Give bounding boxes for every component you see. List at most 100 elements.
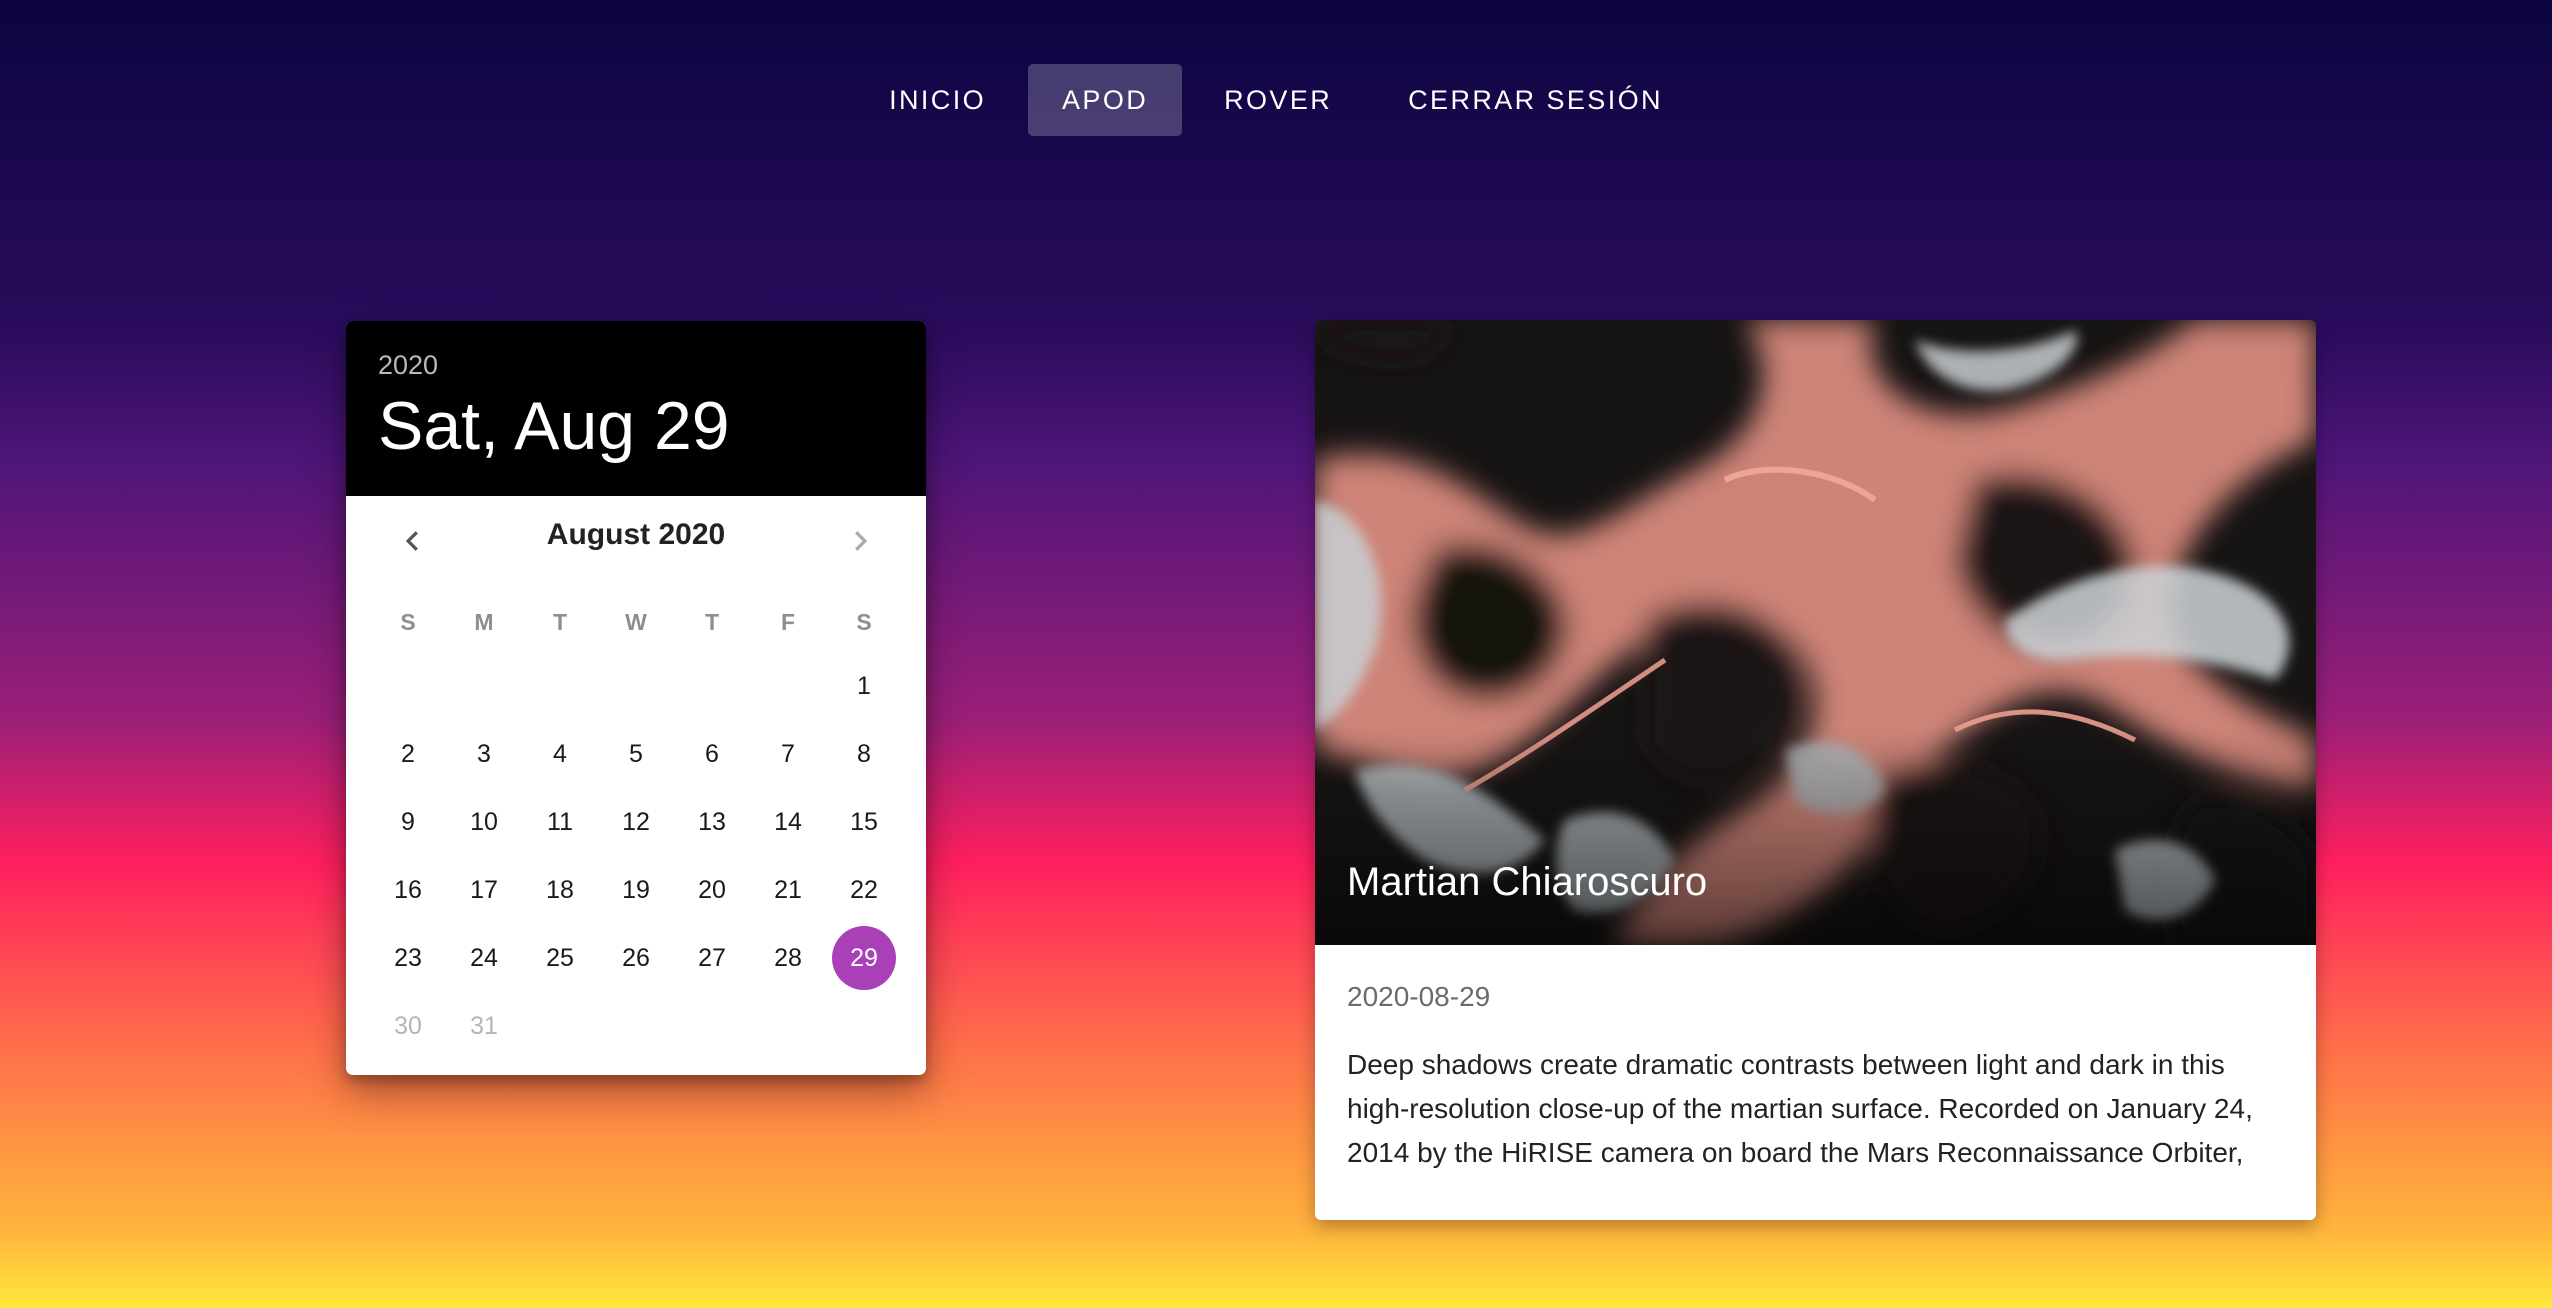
calendar-day[interactable]: 20 <box>674 856 750 924</box>
calendar-day[interactable]: 8 <box>826 720 902 788</box>
calendar-day: 31 <box>446 992 522 1060</box>
day-number: 3 <box>477 739 491 768</box>
day-number: 13 <box>698 807 726 836</box>
calendar-day[interactable]: 10 <box>446 788 522 856</box>
calendar-empty-cell <box>522 992 598 1060</box>
calendar-day-selected[interactable]: 29 <box>826 924 902 992</box>
day-number: 4 <box>553 739 567 768</box>
day-number: 25 <box>546 943 574 972</box>
calendar-day[interactable]: 21 <box>750 856 826 924</box>
calendar-empty-cell <box>598 992 674 1060</box>
calendar-empty-cell <box>750 992 826 1060</box>
apod-card: Martian Chiaroscuro 2020-08-29 Deep shad… <box>1315 320 2316 1220</box>
weekday-label: S <box>400 608 416 635</box>
calendar-day[interactable]: 6 <box>674 720 750 788</box>
day-number: 12 <box>622 807 650 836</box>
apod-image[interactable]: Martian Chiaroscuro <box>1315 320 2316 945</box>
day-number: 15 <box>850 807 878 836</box>
calendar-day: 30 <box>370 992 446 1060</box>
calendar-day[interactable]: 18 <box>522 856 598 924</box>
day-number: 5 <box>629 739 643 768</box>
picker-year[interactable]: 2020 <box>378 321 926 382</box>
day-number: 17 <box>470 875 498 904</box>
date-picker: 2020 Sat, Aug 29 August 2020 S M T W T F… <box>346 321 926 1075</box>
day-number: 16 <box>394 875 422 904</box>
day-number: 19 <box>622 875 650 904</box>
day-number: 6 <box>705 739 719 768</box>
apod-title: Martian Chiaroscuro <box>1347 860 1708 904</box>
calendar-empty-cell <box>750 652 826 720</box>
top-nav: INICIO APOD ROVER CERRAR SESIÓN <box>0 64 2552 136</box>
calendar-week: 16 17 18 19 20 21 22 <box>370 856 902 924</box>
calendar-day[interactable]: 7 <box>750 720 826 788</box>
calendar-week: 1 <box>370 652 902 720</box>
calendar-day[interactable]: 5 <box>598 720 674 788</box>
calendar-day[interactable]: 16 <box>370 856 446 924</box>
calendar-day[interactable]: 3 <box>446 720 522 788</box>
calendar-empty-cell <box>598 652 674 720</box>
nav-inicio[interactable]: INICIO <box>855 64 1020 136</box>
calendar-day[interactable]: 9 <box>370 788 446 856</box>
calendar-day[interactable]: 13 <box>674 788 750 856</box>
weekday-label: T <box>552 608 568 635</box>
day-number: 27 <box>698 943 726 972</box>
calendar-grid: S M T W T F S 1 2 3 4 5 6 7 8 9 10 11 12 13 14 15 16 17 1… <box>346 592 926 1060</box>
calendar-day[interactable]: 24 <box>446 924 522 992</box>
date-picker-header: 2020 Sat, Aug 29 <box>346 321 926 496</box>
calendar-empty-cell <box>522 652 598 720</box>
weekday-label: S <box>856 608 872 635</box>
calendar-day[interactable]: 27 <box>674 924 750 992</box>
nav-apod[interactable]: APOD <box>1028 64 1183 136</box>
apod-date: 2020-08-29 <box>1347 981 1491 1012</box>
month-label: August 2020 <box>546 518 726 551</box>
nav-cerrar-sesion[interactable]: CERRAR SESIÓN <box>1374 64 1697 136</box>
calendar-day[interactable]: 12 <box>598 788 674 856</box>
day-number: 18 <box>546 875 574 904</box>
day-number: 22 <box>850 875 878 904</box>
calendar-day[interactable]: 28 <box>750 924 826 992</box>
day-number: 30 <box>394 1011 422 1040</box>
calendar-day[interactable]: 25 <box>522 924 598 992</box>
calendar-day[interactable]: 11 <box>522 788 598 856</box>
day-number: 10 <box>470 807 498 836</box>
calendar-day[interactable]: 17 <box>446 856 522 924</box>
day-number: 11 <box>547 807 573 836</box>
calendar-empty-cell <box>446 652 522 720</box>
weekday-label: T <box>704 608 720 635</box>
weekday-label: W <box>625 608 647 635</box>
next-month-button[interactable] <box>843 524 877 558</box>
day-number: 29 <box>832 926 896 990</box>
calendar-day[interactable]: 2 <box>370 720 446 788</box>
day-number: 23 <box>394 943 422 972</box>
calendar-empty-cell <box>674 992 750 1060</box>
day-number: 20 <box>698 875 726 904</box>
day-number: 21 <box>774 875 802 904</box>
day-number: 9 <box>401 807 415 836</box>
calendar-day[interactable]: 22 <box>826 856 902 924</box>
day-number: 31 <box>470 1011 498 1040</box>
calendar-day[interactable]: 26 <box>598 924 674 992</box>
calendar-day[interactable]: 15 <box>826 788 902 856</box>
calendar-day[interactable]: 14 <box>750 788 826 856</box>
day-number: 14 <box>774 807 802 836</box>
calendar-day[interactable]: 1 <box>826 652 902 720</box>
calendar-week: 23 24 25 26 27 28 29 <box>370 924 902 992</box>
nav-rover[interactable]: ROVER <box>1190 64 1366 136</box>
calendar-empty-cell <box>674 652 750 720</box>
day-number: 24 <box>470 943 498 972</box>
day-number: 7 <box>781 739 795 768</box>
day-number: 26 <box>622 943 650 972</box>
weekday-label: F <box>780 608 796 635</box>
calendar-day[interactable]: 23 <box>370 924 446 992</box>
day-number: 1 <box>857 671 871 700</box>
calendar-week: 9 10 11 12 13 14 15 <box>370 788 902 856</box>
mars-dunes-image <box>1315 320 2316 945</box>
calendar-day[interactable]: 19 <box>598 856 674 924</box>
weekday-label: M <box>474 608 494 635</box>
weekday-header: S M T W T F S <box>370 592 902 652</box>
calendar-day[interactable]: 4 <box>522 720 598 788</box>
picker-selected-date: Sat, Aug 29 <box>378 388 730 464</box>
chevron-right-icon <box>855 531 868 551</box>
day-number: 28 <box>774 943 802 972</box>
calendar-empty-cell <box>826 992 902 1060</box>
